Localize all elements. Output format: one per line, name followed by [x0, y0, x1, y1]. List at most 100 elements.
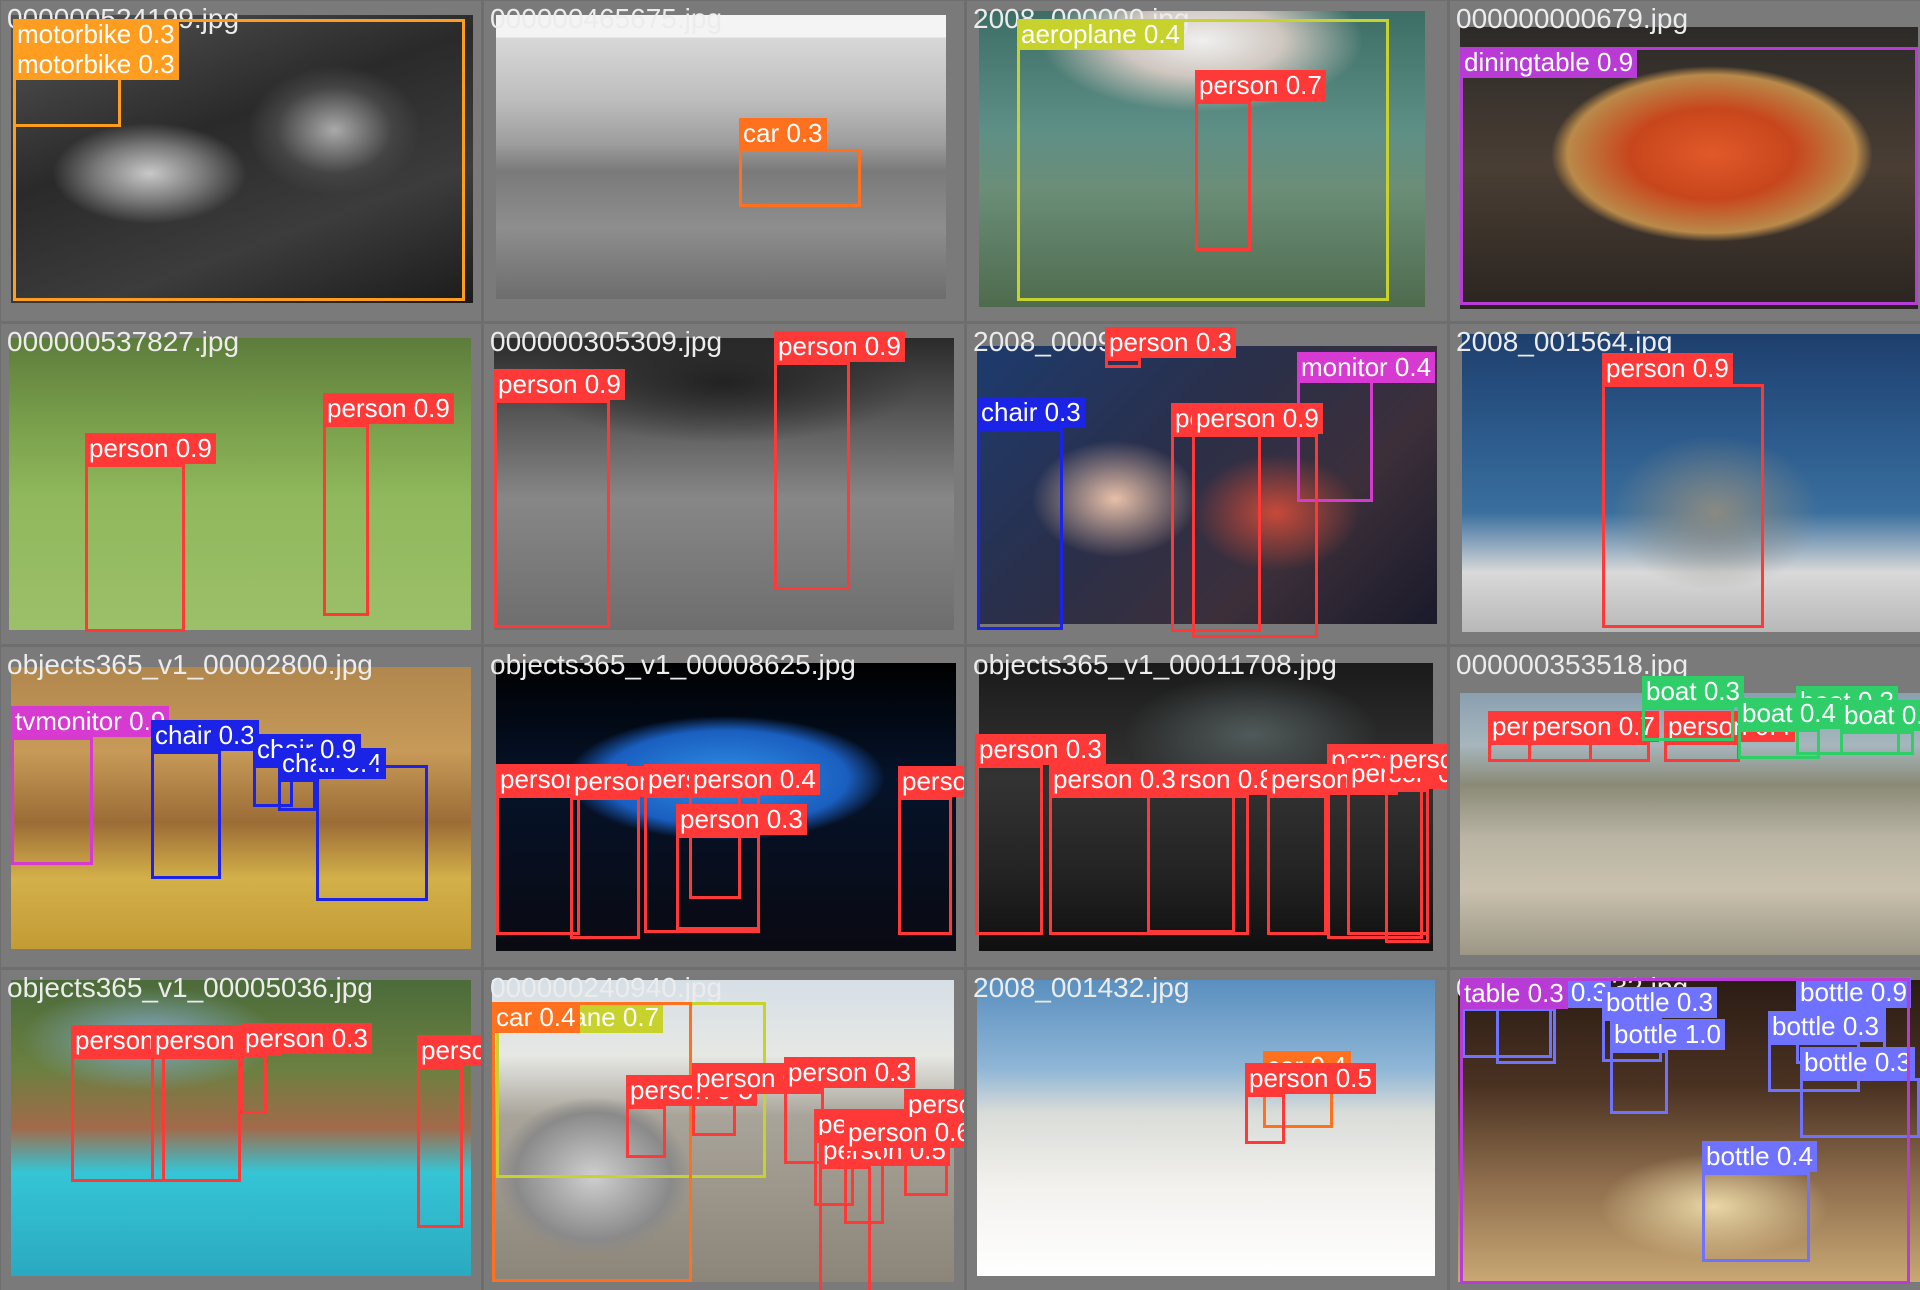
detection-label: table 0.3: [1460, 978, 1568, 1009]
detection-box-diningtable: table 0.3: [1460, 978, 1910, 1284]
detection-box-person: person 0.9: [417, 1035, 481, 1228]
detection-box-person: person 0.3: [676, 804, 807, 930]
detection-box-person: person 0.9: [898, 766, 964, 935]
detection-box-boat: boat 0.3: [1642, 676, 1744, 741]
detection-label: person 0.3: [1049, 764, 1180, 795]
scene-image: [977, 980, 1435, 1276]
mosaic-tile[interactable]: objects365_v1_00008625.jpg person 0.4 pers…: [484, 647, 964, 967]
tile-filename: 000000305309.jpg: [490, 326, 723, 357]
detection-box-boat: boat 0.4: [1840, 700, 1920, 755]
detection-label: chair 0.3: [977, 397, 1085, 428]
tile-filename: objects365_v1_00002800.jpg: [7, 649, 373, 680]
detection-label: person 0.3: [975, 734, 1106, 765]
mosaic-tile[interactable]: 000000537827.jpg person 0.9 person 0.9: [1, 324, 481, 644]
detection-label: person 0.3: [784, 1057, 915, 1088]
mosaic-tile[interactable]: objects365_v1_00005036.jpg person 0.6 pers…: [1, 970, 481, 1290]
detection-label: person 0.9: [417, 1035, 481, 1066]
detection-label: 0.9: [316, 734, 361, 765]
tile-filename: 000000537827.jpg: [7, 326, 240, 357]
detection-label: person 0.6: [844, 1117, 964, 1148]
detection-box-person: person 0.9: [494, 369, 625, 628]
detection-box-person: person 0.3: [1105, 327, 1236, 368]
mosaic-tile[interactable]: 000000000679.jpg diningtable 0.9: [1450, 1, 1920, 321]
scene-image: [9, 338, 471, 630]
detection-label: boat 0.4: [1738, 698, 1840, 729]
detection-box-person: person 0.7: [151, 1025, 282, 1182]
tile-filename: 000000240940.jpg: [490, 972, 723, 1003]
tile-filename: 000000000679.jpg: [1456, 3, 1689, 34]
detection-label: tvmonitor 0.9: [11, 706, 170, 737]
mosaic-tile[interactable]: 2008_000000.jpgaeroplane 0.4person 0.7: [967, 1, 1447, 321]
detection-label: car 0.4: [492, 1002, 580, 1033]
detection-label: person 0.3: [1105, 327, 1236, 358]
mosaic-tile[interactable]: 000000305309.jpg person 0.9 person 0.9: [484, 324, 964, 644]
detection-label: person 0.9: [1602, 353, 1733, 384]
detection-box-person: person 0.7: [1528, 711, 1659, 762]
detection-label: motorbike 0.3: [13, 19, 179, 50]
detection-box-chair: chair 0.3: [151, 720, 259, 879]
detection-box-person: person 0.3: [1049, 764, 1249, 935]
detection-label: diningtable 0.9: [1460, 47, 1638, 78]
mosaic-tile[interactable]: 000000465675.jpg car 0.3: [484, 1, 964, 321]
detection-label: person 0.7: [1195, 70, 1326, 101]
mosaic-tile[interactable]: 000000353518.jpgperson 0.5person 0.7pers…: [1450, 647, 1920, 967]
detection-label: person 0.7: [904, 1089, 964, 1120]
detection-box-person: person 0.9: [1192, 403, 1323, 638]
detection-box-person: person 0.4: [496, 764, 627, 935]
tile-filename: 2008_001432.jpg: [973, 972, 1190, 1003]
detection-box-motorbike: motorbike 0.3: [13, 19, 465, 301]
detection-label: person 0.9: [494, 369, 625, 400]
detection-box-person: person 0.5: [1245, 1063, 1376, 1144]
mosaic-tile[interactable]: 000000240940.jpg aeroplane 0.7 car 0.4 pers…: [484, 970, 964, 1290]
detection-box-person: person 0.7: [1385, 744, 1447, 943]
detection-label: person 0.7: [1528, 711, 1659, 742]
detection-label: person 0.9: [774, 331, 905, 362]
detection-box-person: person 0.9: [85, 433, 216, 632]
mosaic-tile[interactable]: 000000524199.jpgmotorbike 0.3motorbike 0…: [1, 1, 481, 321]
detection-box-car: car 0.3: [739, 118, 861, 207]
detection-box-person: person 0.7: [1267, 764, 1398, 935]
mosaic-tile[interactable]: 2008_001432.jpgcar 0.4person 0.5: [967, 970, 1447, 1290]
detection-box-tvmonitor: tvmonitor 0.9: [11, 706, 170, 865]
detection-label: person 0.9: [323, 393, 454, 424]
detection-box-person: person 0.7: [1195, 70, 1326, 251]
detection-box-diningtable: diningtable 0.9: [1460, 47, 1918, 305]
detection-box-person: person 0.3: [975, 734, 1106, 935]
detection-label: boat 0.4: [1840, 700, 1920, 731]
detection-box-chair: chair 0.3: [977, 397, 1085, 630]
detection-box-person: person 0.4: [1664, 711, 1795, 762]
detection-label: person 0.9: [1192, 403, 1323, 434]
detection-label: car 0.3: [739, 118, 827, 149]
mosaic-tile[interactable]: 2008_000900.jpg person 0.3 monitor 0.4 chai…: [967, 324, 1447, 644]
detection-label: person 0.7: [1385, 744, 1447, 775]
detection-label: person 0.4: [689, 764, 820, 795]
detection-box-person: person 0.9: [774, 331, 905, 590]
detection-box-person: person 0.3: [626, 1075, 757, 1158]
detection-label: chair 0.3: [151, 720, 259, 751]
detection-box-person: person 0.9: [1602, 353, 1764, 628]
detection-label: aeroplane 0.4: [1017, 19, 1185, 50]
detection-label: boat 0.3: [1642, 676, 1744, 707]
detection-box-chair: chair 0.4: [278, 748, 386, 811]
mosaic-tile[interactable]: objects365_v1_00002800.jpg tvmonitor 0.9 c…: [1, 647, 481, 967]
mosaic-tile[interactable]: objects365_v1_00011708.jpg person 0.3 pers…: [967, 647, 1447, 967]
detection-box-chair: 0.9: [316, 734, 428, 901]
detection-box-person: person 0.5: [692, 1063, 823, 1136]
detection-label: monitor 0.4: [1297, 352, 1436, 383]
detection-label: person 0.5: [1245, 1063, 1376, 1094]
detection-box-person: person 0.9: [323, 393, 454, 616]
detection-label: person 0.9: [898, 766, 964, 797]
detection-box-person: person 0.6: [844, 1117, 964, 1224]
detection-label: person 0.3: [676, 804, 807, 835]
tile-filename: objects365_v1_00011708.jpg: [973, 649, 1337, 680]
detection-label: person 0.9: [85, 433, 216, 464]
detection-box-person: person 0.4: [570, 766, 701, 939]
tile-filename: objects365_v1_00005036.jpg: [7, 972, 373, 1003]
detection-box-person: person 0.3: [241, 1023, 372, 1114]
mosaic-tile[interactable]: 2008_001564.jpg person 0.9: [1450, 324, 1920, 644]
detection-mosaic-grid: 000000524199.jpgmotorbike 0.3motorbike 0…: [0, 0, 1920, 1290]
tile-filename: objects365_v1_00008625.jpg: [490, 649, 856, 680]
detection-box-boat: boat 0.4: [1738, 698, 1840, 759]
detection-label: person 0.3: [241, 1023, 372, 1054]
mosaic-tile[interactable]: 000000026832.jpgbottle 0.3bottle 0.3bott…: [1450, 970, 1920, 1290]
